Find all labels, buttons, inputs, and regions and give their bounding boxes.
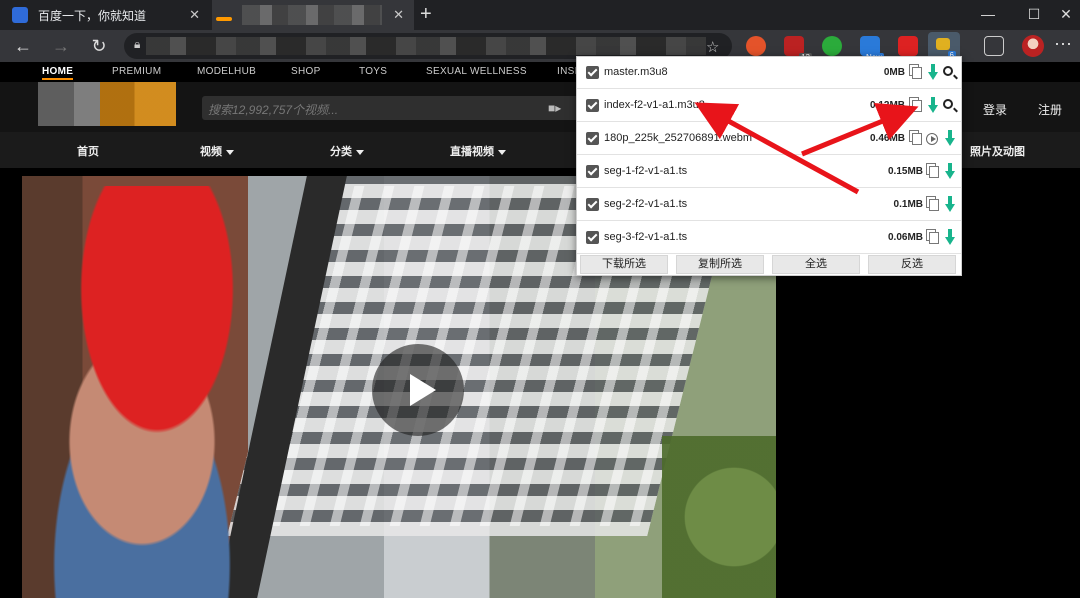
- profile-avatar[interactable]: [1022, 35, 1044, 57]
- forward-arrow-icon[interactable]: →: [48, 34, 74, 58]
- browser-tab-bar: 百度一下，你就知道 ✕ ✕ + — ☐ ✕: [0, 0, 1080, 30]
- nav-sexual-wellness[interactable]: SEXUAL WELLNESS: [426, 66, 527, 77]
- search-icon[interactable]: [943, 66, 953, 76]
- copy-icon[interactable]: [929, 199, 939, 211]
- download-selected-button[interactable]: 下载所选: [580, 255, 668, 274]
- close-window-button[interactable]: ✕: [1046, 0, 1080, 30]
- extension-5-icon[interactable]: [898, 36, 918, 56]
- chevron-down-icon: [226, 149, 234, 155]
- file-name: seg-3-f2-v1-a1.ts: [604, 231, 688, 243]
- file-row: seg-1-f2-v1-a1.ts 0.15MB: [577, 156, 961, 188]
- new-tab-button[interactable]: +: [420, 3, 432, 26]
- downloader-logo-icon: [936, 38, 950, 50]
- nav-modelhub[interactable]: MODELHUB: [197, 66, 256, 77]
- select-all-button[interactable]: 全选: [772, 255, 860, 274]
- file-checkbox[interactable]: [586, 66, 599, 79]
- copy-icon[interactable]: [912, 133, 922, 145]
- nav-shop[interactable]: SHOP: [291, 66, 321, 77]
- download-icon[interactable]: [928, 64, 938, 80]
- site-logo[interactable]: [38, 82, 176, 126]
- file-size: 0.1MB: [893, 199, 923, 210]
- file-row: seg-2-f2-v1-a1.ts 0.1MB: [577, 189, 961, 221]
- nav-home[interactable]: HOME: [42, 66, 74, 80]
- file-size: 0.06MB: [887, 232, 923, 243]
- bookmark-star-icon[interactable]: ☆: [706, 38, 719, 56]
- copy-icon[interactable]: [929, 166, 939, 178]
- play-preview-icon[interactable]: [926, 133, 938, 145]
- chevron-down-icon: [356, 149, 364, 155]
- video-scene-person: [22, 186, 322, 598]
- menu-categories-label: 分类: [330, 146, 352, 158]
- tab-close-icon[interactable]: ✕: [393, 7, 404, 23]
- file-name: master.m3u8: [604, 66, 668, 78]
- camera-icon[interactable]: ■▸: [548, 101, 561, 115]
- menu-videos-label: 视频: [200, 146, 222, 158]
- download-icon[interactable]: [928, 97, 938, 113]
- file-row: index-f2-v1-a1.m3u8 0.12MB: [577, 90, 961, 122]
- nav-toys[interactable]: TOYS: [359, 66, 387, 77]
- file-size: 0MB: [883, 67, 905, 78]
- extension-1-icon[interactable]: [746, 36, 766, 56]
- copy-icon[interactable]: [912, 67, 922, 79]
- file-size: 0.46MB: [869, 133, 905, 144]
- download-icon[interactable]: [945, 130, 955, 146]
- menu-live-label: 直播视频: [450, 146, 494, 158]
- file-checkbox[interactable]: [586, 165, 599, 178]
- file-row: master.m3u8 0MB: [577, 57, 961, 89]
- minimize-button[interactable]: —: [968, 0, 1008, 30]
- menu-dots-icon[interactable]: ⋯: [1054, 34, 1072, 55]
- download-icon[interactable]: [945, 196, 955, 212]
- back-arrow-icon[interactable]: ←: [10, 34, 36, 58]
- menu-categories[interactable]: 分类: [330, 143, 364, 159]
- file-checkbox[interactable]: [586, 99, 599, 112]
- tab-baidu[interactable]: 百度一下，你就知道 ✕: [8, 0, 210, 30]
- media-downloader-popup: master.m3u8 0MB index-f2-v1-a1.m3u8 0.12…: [576, 56, 962, 276]
- file-name: seg-2-f2-v1-a1.ts: [604, 198, 688, 210]
- invert-selection-button[interactable]: 反选: [868, 255, 956, 274]
- register-link[interactable]: 注册: [1038, 101, 1062, 118]
- tab-close-icon[interactable]: ✕: [189, 7, 200, 23]
- copy-icon[interactable]: [929, 232, 939, 244]
- download-icon[interactable]: [945, 229, 955, 245]
- pixelated-tab-title: [242, 5, 382, 25]
- file-row: seg-3-f2-v1-a1.ts 0.06MB: [577, 222, 961, 254]
- extension-2-icon[interactable]: 13: [784, 36, 812, 62]
- collections-icon[interactable]: [984, 36, 1004, 56]
- nav-insights[interactable]: INSI: [557, 66, 578, 77]
- nav-premium[interactable]: PREMIUM: [112, 66, 161, 77]
- file-name: seg-1-f2-v1-a1.ts: [604, 165, 688, 177]
- copy-selected-button[interactable]: 复制所选: [676, 255, 764, 274]
- login-link[interactable]: 登录: [983, 101, 1007, 118]
- menu-photos-gifs[interactable]: 照片及动图: [970, 143, 1025, 159]
- lock-icon: 🔒︎: [134, 37, 141, 51]
- tab-active[interactable]: ✕: [212, 0, 414, 30]
- menu-videos[interactable]: 视频: [200, 143, 234, 159]
- file-row: 180p_225k_252706891.webm 0.46MB: [577, 123, 961, 155]
- pixelated-url: [146, 37, 706, 55]
- menu-live[interactable]: 直播视频: [450, 143, 506, 159]
- file-size: 0.12MB: [869, 100, 905, 111]
- file-checkbox[interactable]: [586, 132, 599, 145]
- site-search-input[interactable]: 搜索12,992,757个视频...: [202, 96, 582, 120]
- download-icon[interactable]: [945, 163, 955, 179]
- search-icon[interactable]: [943, 99, 953, 109]
- file-checkbox[interactable]: [586, 198, 599, 211]
- menu-home[interactable]: 首页: [77, 143, 99, 159]
- file-name: 180p_225k_252706891.webm: [604, 132, 753, 144]
- copy-icon[interactable]: [912, 100, 922, 112]
- baidu-favicon-icon: [12, 7, 28, 23]
- extension-3-icon[interactable]: [822, 36, 842, 56]
- file-name: index-f2-v1-a1.m3u8: [604, 99, 705, 111]
- video-scene-trees: [662, 436, 776, 598]
- extension-4-icon[interactable]: New: [860, 36, 884, 62]
- file-size: 0.15MB: [887, 166, 923, 177]
- popup-action-bar: 下载所选 复制所选 全选 反选: [577, 253, 961, 275]
- tab-title: 百度一下，你就知道: [38, 8, 147, 23]
- play-button-icon[interactable]: [372, 344, 464, 436]
- site-favicon-icon: [216, 17, 232, 21]
- file-checkbox[interactable]: [586, 231, 599, 244]
- screen: 百度一下，你就知道 ✕ ✕ + — ☐ ✕ ← → ↻ 🔒︎ ☆ 13 New: [0, 0, 1080, 598]
- chevron-down-icon: [498, 149, 506, 155]
- reload-icon[interactable]: ↻: [86, 34, 112, 58]
